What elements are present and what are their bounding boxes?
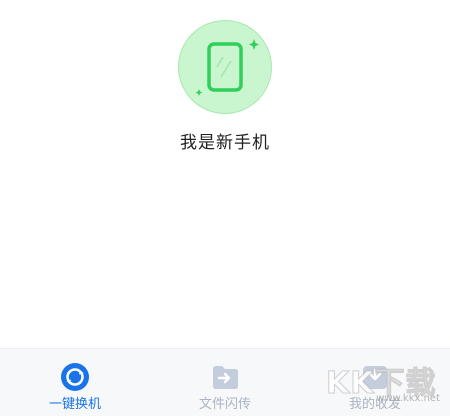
new-phone-label: 我是新手机 <box>180 133 270 153</box>
tab-label: 我的收发 <box>348 397 401 412</box>
swap-icon <box>61 363 89 391</box>
bottom-tab-bar: 一键换机 文件闪传 我的收发 <box>0 348 450 416</box>
tab-my-send-receive[interactable]: 我的收发 <box>300 349 450 416</box>
tab-label: 文件闪传 <box>198 397 251 412</box>
app-screen: 我是新手机 一键换机 文件闪传 我的收发 KK下载 www.kkx.net <box>0 0 450 416</box>
tab-label: 一键换机 <box>48 397 101 412</box>
role-select-area: 我是新手机 <box>0 0 450 345</box>
file-transfer-icon <box>213 366 238 389</box>
phone-icon <box>195 39 259 96</box>
tab-file-transfer[interactable]: 文件闪传 <box>150 349 300 416</box>
new-phone-option[interactable] <box>178 20 272 114</box>
inbox-icon <box>363 366 387 389</box>
tab-one-click-switch[interactable]: 一键换机 <box>0 349 150 416</box>
